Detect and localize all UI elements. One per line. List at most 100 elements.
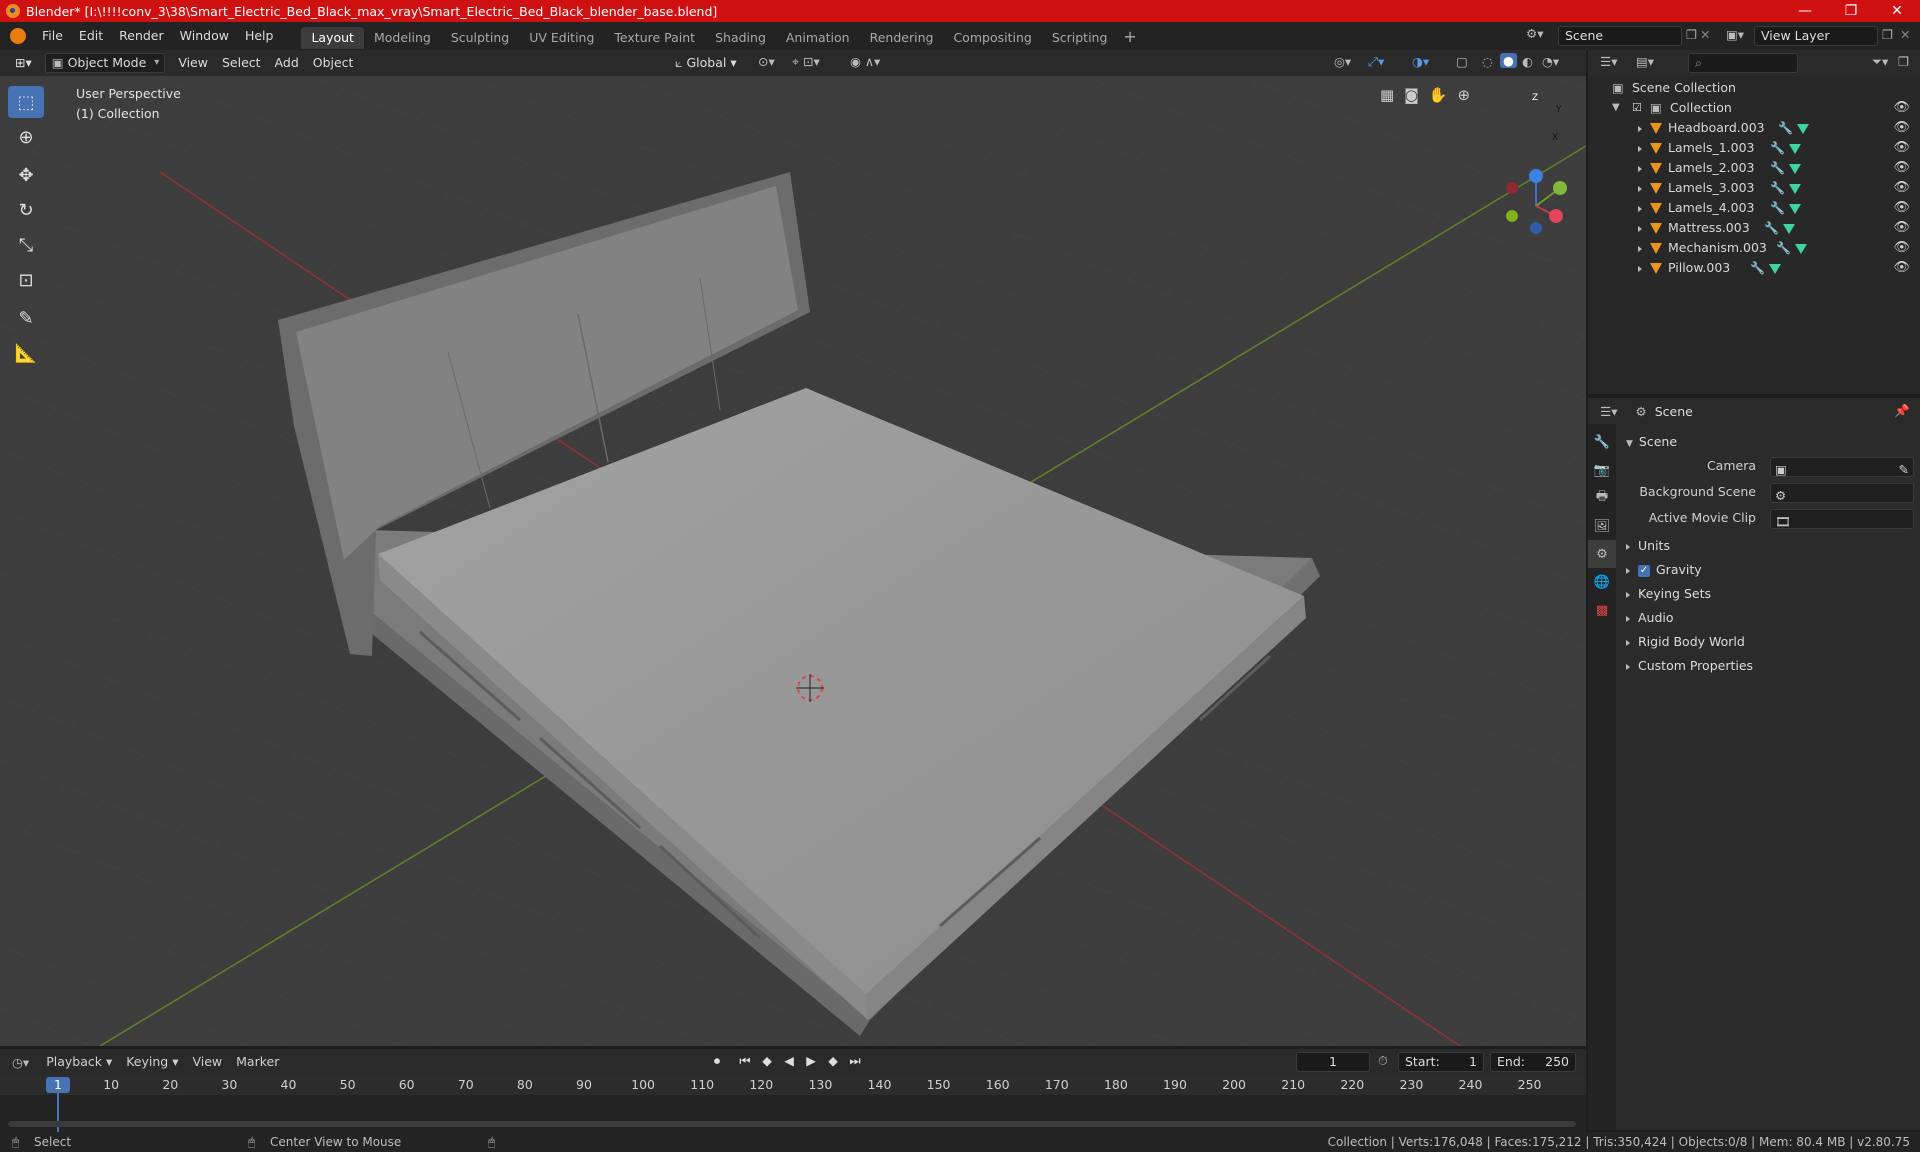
menu-add[interactable]: Add — [268, 53, 306, 73]
wireframe-shading-icon[interactable]: ◌ — [1482, 54, 1493, 69]
menu-view[interactable]: View — [171, 53, 215, 73]
scene-browse-icon[interactable]: ⚙▾ — [1526, 26, 1543, 41]
outliner-object[interactable]: Mechanism.003 🔧 👁 — [1588, 238, 1920, 258]
keying-menu[interactable]: Keying ▾ — [119, 1052, 185, 1072]
keying-sets-panel[interactable]: Keying Sets — [1616, 582, 1920, 606]
tool-tab-icon[interactable]: 🔧 — [1588, 428, 1616, 456]
timeline-view-menu[interactable]: View — [185, 1052, 229, 1072]
new-collection-icon[interactable]: ❐ — [1898, 54, 1909, 69]
tab-compositing[interactable]: Compositing — [943, 27, 1041, 49]
menu-edit[interactable]: Edit — [71, 22, 111, 50]
jump-start-icon[interactable]: ⏮ — [736, 1053, 754, 1069]
solid-shading-icon[interactable]: ● — [1500, 53, 1517, 68]
view-layer-tab-icon[interactable]: 🖼 — [1588, 512, 1616, 540]
scene-panel-header[interactable]: ▼ Scene — [1616, 430, 1920, 454]
proportional-edit-icon[interactable]: ◉ ∧▾ — [850, 54, 880, 69]
menu-file[interactable]: File — [34, 22, 71, 50]
eye-icon[interactable]: 👁 — [1893, 178, 1910, 198]
output-tab-icon[interactable]: 🖶 — [1588, 484, 1616, 512]
xray-icon[interactable]: ▢ — [1456, 54, 1468, 69]
checkbox-icon[interactable]: ☑ — [1632, 98, 1642, 118]
custom-properties-panel[interactable]: Custom Properties — [1616, 654, 1920, 678]
scene-delete-icon[interactable]: ✕ — [1700, 27, 1710, 42]
tab-shading[interactable]: Shading — [705, 27, 776, 49]
snap-icon[interactable]: ⌖ ⊡▾ — [792, 54, 820, 70]
eye-icon[interactable]: 👁 — [1893, 238, 1910, 258]
tab-layout[interactable]: Layout — [301, 27, 364, 49]
eye-icon[interactable]: 👁 — [1893, 158, 1910, 178]
view-layer-icon[interactable]: ▣▾ — [1726, 27, 1744, 42]
tab-uv-editing[interactable]: UV Editing — [519, 27, 604, 49]
menu-render[interactable]: Render — [111, 22, 172, 50]
current-frame-field[interactable]: 1 — [1296, 1052, 1370, 1072]
scene-tab-icon[interactable]: ⚙ — [1588, 540, 1616, 568]
menu-help[interactable]: Help — [237, 22, 282, 50]
eye-icon[interactable]: 👁 — [1893, 118, 1910, 138]
filter-icon[interactable]: ⏷▾ — [1872, 54, 1888, 70]
transform-tool-icon[interactable]: ⊡ — [8, 264, 44, 296]
rotate-tool-icon[interactable]: ↻ — [8, 194, 44, 226]
eye-icon[interactable]: 👁 — [1893, 258, 1910, 278]
jump-end-icon[interactable]: ⏭ — [846, 1053, 864, 1069]
world-tab-icon[interactable]: 🌐 — [1588, 568, 1616, 596]
gravity-checkbox[interactable]: ✓ — [1638, 564, 1650, 577]
outliner-object[interactable]: Mattress.003 🔧 👁 — [1588, 218, 1920, 238]
outliner-object[interactable]: Lamels_4.003 🔧 👁 — [1588, 198, 1920, 218]
units-panel[interactable]: Units — [1616, 534, 1920, 558]
scale-tool-icon[interactable]: ⤡ — [8, 229, 44, 261]
prev-keyframe-icon[interactable]: ◆ — [758, 1053, 776, 1069]
display-mode-icon[interactable]: ▤▾ — [1636, 54, 1654, 69]
tab-modeling[interactable]: Modeling — [364, 27, 441, 49]
minimize-button[interactable]: — — [1782, 0, 1828, 22]
outliner-object[interactable]: Lamels_1.003 🔧 👁 — [1588, 138, 1920, 158]
pin-icon[interactable]: 📌 — [1894, 403, 1910, 419]
3d-viewport[interactable]: Z Y X ▦ ◙ ✋ ⊕ — [0, 76, 1586, 1046]
camera-field[interactable]: ▣ ✎ — [1770, 457, 1914, 477]
timeline-editor-type-icon[interactable]: ◷▾ — [12, 1055, 29, 1070]
menu-select[interactable]: Select — [215, 53, 268, 73]
rendered-shading-icon[interactable]: ◔▾ — [1542, 54, 1559, 69]
transform-orientation-dropdown[interactable]: ⟀ Global ▾ — [668, 53, 744, 73]
tab-texture-paint[interactable]: Texture Paint — [604, 27, 705, 49]
pivot-point-icon[interactable]: ⊙▾ — [758, 54, 775, 69]
outliner-object[interactable]: Lamels_2.003 🔧 👁 — [1588, 158, 1920, 178]
outliner-object[interactable]: Lamels_3.003 🔧 👁 — [1588, 178, 1920, 198]
zoom-icon[interactable]: ⊕ — [1457, 86, 1470, 104]
background-scene-field[interactable]: ⚙ — [1770, 483, 1914, 503]
audio-panel[interactable]: Audio — [1616, 606, 1920, 630]
maximize-button[interactable]: ❐ — [1828, 0, 1874, 22]
move-tool-icon[interactable]: ✥ — [8, 159, 44, 191]
outliner-search-input[interactable]: ⌕ — [1688, 53, 1798, 73]
stopwatch-icon[interactable]: ⏱ — [1378, 1053, 1388, 1069]
camera-view-icon[interactable]: ◙ — [1404, 86, 1419, 104]
outliner-object[interactable]: Headboard.003 🔧 👁 — [1588, 118, 1920, 138]
tab-scripting[interactable]: Scripting — [1042, 27, 1118, 49]
scene-new-icon[interactable]: ❐ — [1686, 27, 1697, 42]
tab-animation[interactable]: Animation — [776, 27, 860, 49]
marker-menu[interactable]: Marker — [229, 1052, 286, 1072]
pan-hand-icon[interactable]: ✋ — [1429, 86, 1448, 104]
eye-icon[interactable]: 👁 — [1893, 98, 1910, 118]
blender-menu-icon[interactable] — [10, 28, 26, 45]
outliner-object[interactable]: Pillow.003 🔧 👁 — [1588, 258, 1920, 278]
expand-icon[interactable]: ▼ — [1612, 98, 1620, 118]
view-layer-field[interactable]: View Layer — [1754, 26, 1878, 46]
scene-field[interactable]: Scene — [1558, 26, 1682, 46]
grid-view-icon[interactable]: ▦ — [1380, 86, 1394, 104]
rigid-body-world-panel[interactable]: Rigid Body World — [1616, 630, 1920, 654]
visibility-icon[interactable]: ◎▾ — [1334, 54, 1351, 69]
gizmo-x-axis[interactable] — [1549, 209, 1563, 223]
timeline-scrollbar[interactable] — [8, 1121, 1576, 1127]
tab-rendering[interactable]: Rendering — [860, 27, 944, 49]
material-shading-icon[interactable]: ◐ — [1522, 54, 1533, 69]
start-frame-field[interactable]: Start: 1 — [1398, 1052, 1484, 1072]
eye-icon[interactable]: 👁 — [1893, 138, 1910, 158]
outliner-collection[interactable]: ▼ ☑ ▣ Collection 👁 — [1588, 98, 1920, 118]
tab-sculpting[interactable]: Sculpting — [441, 27, 519, 49]
measure-tool-icon[interactable]: 📐 — [8, 337, 44, 369]
add-workspace-icon[interactable]: + — [1123, 27, 1136, 46]
select-box-tool-icon[interactable]: ⬚ — [8, 86, 44, 118]
record-button-icon[interactable]: ⏺ — [708, 1053, 726, 1069]
editor-type-icon[interactable]: ⊞▾ — [8, 53, 39, 73]
eye-icon[interactable]: 👁 — [1893, 218, 1910, 238]
